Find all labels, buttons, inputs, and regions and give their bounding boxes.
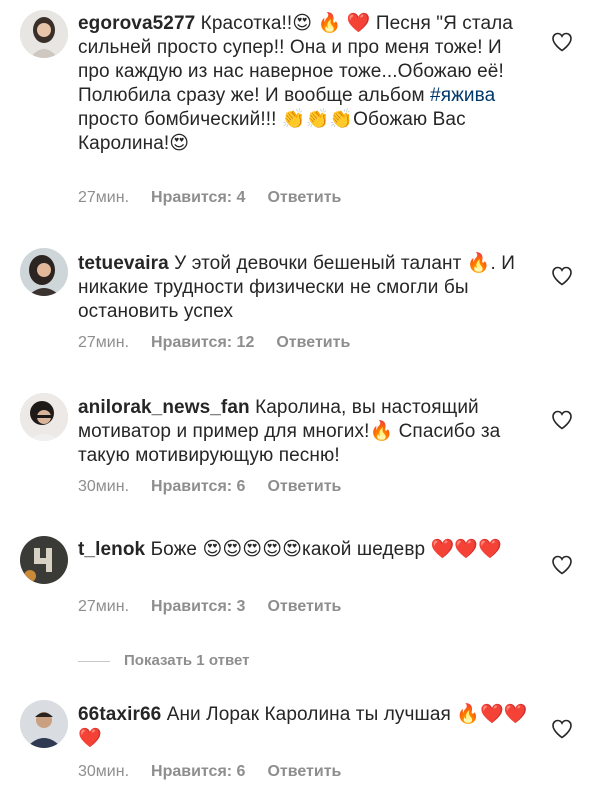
heart-outline-icon[interactable] xyxy=(550,717,574,741)
reply-button[interactable]: Ответить xyxy=(267,598,341,615)
hashtag-link[interactable]: #яжива xyxy=(430,85,495,106)
comment-body: 66taxir66 Ани Лорак Каролина ты лучшая 🔥… xyxy=(78,703,530,751)
reply-button[interactable]: Ответить xyxy=(267,763,341,780)
comment-username[interactable]: egorova5277 xyxy=(78,13,195,34)
heart-outline-icon[interactable] xyxy=(550,408,574,432)
comment-time: 30мин. xyxy=(78,478,130,495)
view-replies-button[interactable]: Показать 1 ответ xyxy=(78,650,249,672)
comment-meta: 27мин. Нравится: 4 Ответить xyxy=(78,188,341,208)
comment-meta: 30мин. Нравится: 6 Ответить xyxy=(78,762,341,782)
likes-count[interactable]: Нравится: 6 xyxy=(151,763,245,780)
comment-time: 27мин. xyxy=(78,334,130,351)
comment-time: 30мин. xyxy=(78,763,130,780)
view-replies-label: Показать 1 ответ xyxy=(124,652,250,669)
avatar[interactable] xyxy=(20,536,68,584)
comment-body: anilorak_news_fan Каролина, вы настоящий… xyxy=(78,396,530,468)
comment-meta: 27мин. Нравится: 12 Ответить xyxy=(78,333,350,353)
avatar[interactable] xyxy=(20,248,68,296)
reply-button[interactable]: Ответить xyxy=(276,334,350,351)
comment-username[interactable]: tetuevaira xyxy=(78,253,169,274)
heart-outline-icon[interactable] xyxy=(550,30,574,54)
comment-meta: 27мин. Нравится: 3 Ответить xyxy=(78,597,341,617)
likes-count[interactable]: Нравится: 12 xyxy=(151,334,254,351)
comment-body: tetuevaira У этой девочки бешеный талант… xyxy=(78,252,530,324)
reply-button[interactable]: Ответить xyxy=(267,478,341,495)
avatar[interactable] xyxy=(20,10,68,58)
comment-meta: 30мин. Нравится: 6 Ответить xyxy=(78,477,341,497)
comment-username[interactable]: anilorak_news_fan xyxy=(78,397,250,418)
likes-count[interactable]: Нравится: 4 xyxy=(151,189,245,206)
comment-text: Боже 😍😍😍😍😍какой шедевр ❤️❤️❤️ xyxy=(145,539,502,560)
comment-username[interactable]: 66taxir66 xyxy=(78,704,161,725)
comment-body: egorova5277 Красотка!!😍 🔥 ❤️ Песня "Я ст… xyxy=(78,12,530,156)
divider xyxy=(78,660,110,662)
comment-time: 27мин. xyxy=(78,189,130,206)
comment-text: просто бомбический!!! 👏👏👏Обожаю Вас Каро… xyxy=(78,109,466,154)
comment-time: 27мин. xyxy=(78,598,130,615)
likes-count[interactable]: Нравится: 3 xyxy=(151,598,245,615)
comment-username[interactable]: t_lenok xyxy=(78,539,145,560)
avatar[interactable] xyxy=(20,393,68,441)
heart-outline-icon[interactable] xyxy=(550,264,574,288)
reply-button[interactable]: Ответить xyxy=(267,189,341,206)
heart-outline-icon[interactable] xyxy=(550,553,574,577)
avatar[interactable] xyxy=(20,700,68,748)
likes-count[interactable]: Нравится: 6 xyxy=(151,478,245,495)
comment-body: t_lenok Боже 😍😍😍😍😍какой шедевр ❤️❤️❤️ xyxy=(78,538,530,562)
